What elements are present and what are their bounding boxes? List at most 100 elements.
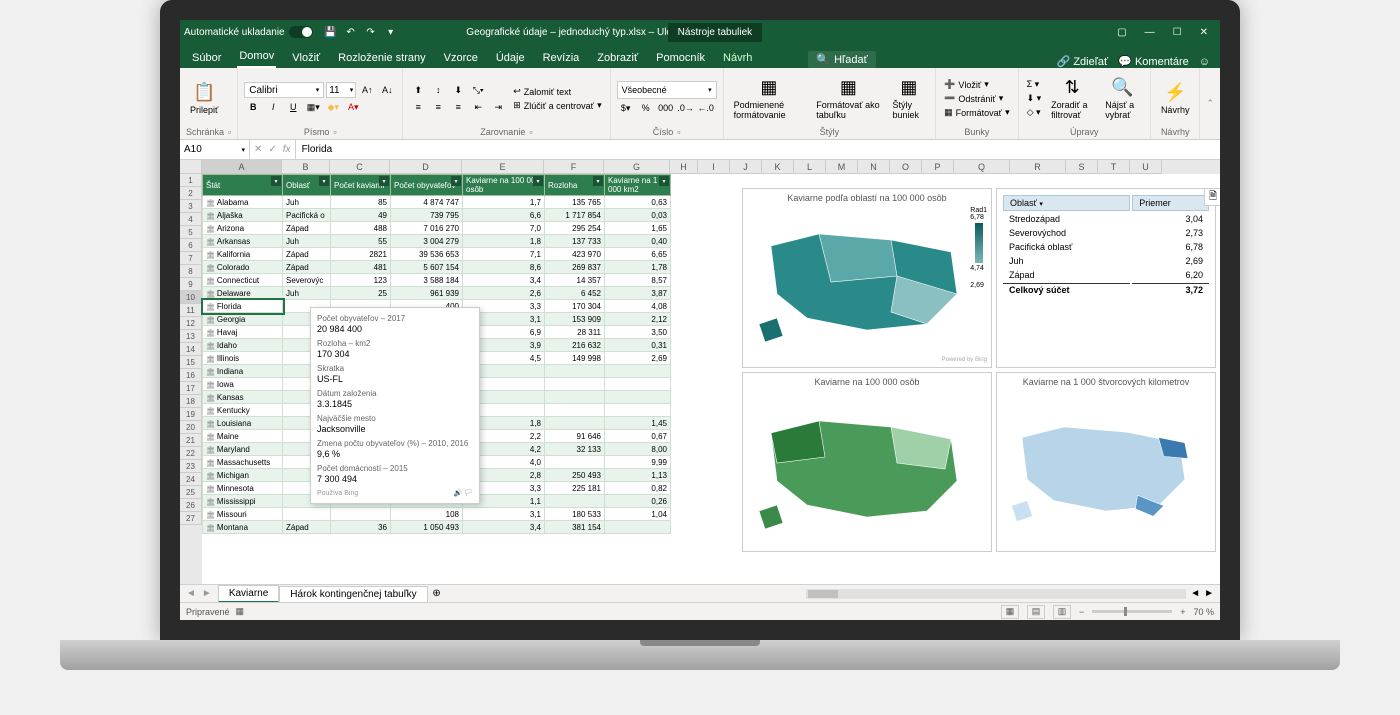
font-size-select[interactable]: 11▾ — [326, 82, 356, 98]
dialog-launcher-icon[interactable]: ▫ — [228, 127, 231, 137]
toggle-switch[interactable] — [289, 26, 313, 38]
table-cell[interactable]: 28 311 — [545, 326, 605, 339]
row-header-4[interactable]: 4 — [180, 213, 202, 226]
table-cell[interactable]: 9,99 — [605, 456, 671, 469]
column-headers[interactable]: ABCDEFGHIJKLMNOPQRSTU — [180, 160, 1220, 174]
col-header-E[interactable]: E — [462, 160, 544, 174]
table-cell[interactable]: 5 607 154 — [391, 261, 463, 274]
search-box[interactable]: 🔍 Hľadať — [808, 51, 875, 68]
table-cell[interactable]: 🏛Illinois — [203, 352, 283, 365]
table-cell[interactable]: 🏛Idaho — [203, 339, 283, 352]
zoom-in-icon[interactable]: + — [1180, 607, 1185, 617]
row-header-17[interactable]: 17 — [180, 382, 202, 395]
table-cell[interactable]: 180 533 — [545, 508, 605, 521]
redo-icon[interactable]: ↷ — [361, 22, 381, 42]
align-center-icon[interactable]: ≡ — [429, 99, 447, 115]
page-layout-view-icon[interactable]: ▤ — [1027, 605, 1045, 619]
bold-button[interactable]: B — [244, 99, 262, 115]
row-header-14[interactable]: 14 — [180, 343, 202, 356]
conditional-formatting-button[interactable]: ▦Podmienené formátovanie — [730, 75, 809, 122]
row-header-2[interactable]: 2 — [180, 187, 202, 200]
sheet-tab-kaviarne[interactable]: Kaviarne — [218, 585, 279, 603]
table-cell[interactable]: 739 795 — [391, 209, 463, 222]
col-header-T[interactable]: T — [1098, 160, 1130, 174]
table-cell[interactable]: 🏛Mississippi — [203, 495, 283, 508]
table-cell[interactable]: 481 — [331, 261, 391, 274]
macro-record-icon[interactable]: ▦ — [236, 606, 245, 617]
row-header-5[interactable]: 5 — [180, 226, 202, 239]
table-cell[interactable]: 1,13 — [605, 469, 671, 482]
indent-decrease-icon[interactable]: ⇤ — [469, 99, 487, 115]
row-header-9[interactable]: 9 — [180, 278, 202, 291]
comma-icon[interactable]: 000 — [657, 100, 675, 116]
formula-input[interactable]: Florida — [296, 140, 1220, 159]
table-cell[interactable]: 🏛Montana — [203, 521, 283, 534]
table-cell[interactable]: 6 452 — [545, 287, 605, 300]
row-header-16[interactable]: 16 — [180, 369, 202, 382]
table-header[interactable]: Štát▾ — [203, 175, 283, 196]
table-cell[interactable]: Pacifická o — [283, 209, 331, 222]
table-cell[interactable]: 0,31 — [605, 339, 671, 352]
add-sheet-icon[interactable]: ⊕ — [428, 588, 446, 599]
table-cell[interactable]: 🏛Kalifornia — [203, 248, 283, 261]
table-cell[interactable]: 6,65 — [605, 248, 671, 261]
row-header-15[interactable]: 15 — [180, 356, 202, 369]
table-cell[interactable]: 25 — [331, 287, 391, 300]
row-header-3[interactable]: 3 — [180, 200, 202, 213]
align-middle-icon[interactable]: ↕ — [429, 82, 447, 98]
currency-icon[interactable]: $▾ — [617, 100, 635, 116]
close-icon[interactable]: ✕ — [1200, 27, 1208, 38]
decrease-decimal-icon[interactable]: ←.0 — [697, 100, 715, 116]
cells-area[interactable]: 🗎 Štát▾Oblasť▾Počet kaviarní▾Počet obyva… — [202, 174, 1220, 584]
ideas-button[interactable]: ⚡Návrhy — [1157, 80, 1194, 117]
table-cell[interactable]: 137 733 — [545, 235, 605, 248]
dialog-launcher-icon[interactable]: ▫ — [677, 127, 680, 137]
table-header[interactable]: Oblasť▾ — [283, 175, 331, 196]
table-cell[interactable]: 1,8 — [463, 235, 545, 248]
dialog-launcher-icon[interactable]: ▫ — [529, 127, 532, 137]
comments-button[interactable]: 💬 Komentáre — [1118, 55, 1189, 68]
undo-icon[interactable]: ↶ — [341, 22, 361, 42]
table-cell[interactable]: 2,6 — [463, 287, 545, 300]
align-left-icon[interactable]: ≡ — [409, 99, 427, 115]
table-cell[interactable]: 295 254 — [545, 222, 605, 235]
table-cell[interactable]: 🏛Minnesota — [203, 482, 283, 495]
percent-icon[interactable]: % — [637, 100, 655, 116]
table-cell[interactable]: 🏛Maryland — [203, 443, 283, 456]
paste-button[interactable]: 📋 Prilepiť — [186, 80, 222, 117]
qat-customize-icon[interactable]: ▾ — [381, 22, 401, 42]
table-cell[interactable]: Severovýc — [283, 274, 331, 287]
table-cell[interactable]: 123 — [331, 274, 391, 287]
table-cell[interactable] — [605, 365, 671, 378]
table-cell[interactable]: 423 970 — [545, 248, 605, 261]
enter-formula-icon[interactable]: ✓ — [268, 144, 276, 155]
table-cell[interactable]: 7 016 270 — [391, 222, 463, 235]
number-format-select[interactable]: Všeobecné▾ — [617, 81, 717, 99]
table-cell[interactable]: 🏛Florida — [203, 300, 283, 313]
table-cell[interactable]: 1,65 — [605, 222, 671, 235]
table-cell[interactable]: 8,6 — [463, 261, 545, 274]
table-cell[interactable]: 153 909 — [545, 313, 605, 326]
table-cell[interactable]: 4,08 — [605, 300, 671, 313]
table-cell[interactable]: 1,04 — [605, 508, 671, 521]
row-header-10[interactable]: 10 — [180, 291, 202, 304]
normal-view-icon[interactable]: ▦ — [1001, 605, 1019, 619]
table-cell[interactable]: 1 050 493 — [391, 521, 463, 534]
horizontal-scrollbar[interactable] — [806, 589, 1186, 599]
tab-formulas[interactable]: Vzorce — [442, 48, 480, 68]
table-cell[interactable]: 8,00 — [605, 443, 671, 456]
delete-cells-button[interactable]: ➖ Odstrániť ▾ — [942, 92, 1011, 105]
table-cell[interactable]: 0,26 — [605, 495, 671, 508]
table-cell[interactable]: 149 998 — [545, 352, 605, 365]
map-chart-100k[interactable]: Kaviarne na 100 000 osôb — [742, 372, 992, 552]
merge-center-button[interactable]: ⊞ Zlúčiť a centrovať ▾ — [511, 99, 603, 112]
table-cell[interactable]: Západ — [283, 222, 331, 235]
table-cell[interactable]: 🏛Connecticut — [203, 274, 283, 287]
table-cell[interactable] — [545, 391, 605, 404]
table-cell[interactable]: 🏛Colorado — [203, 261, 283, 274]
row-header-21[interactable]: 21 — [180, 434, 202, 447]
table-cell[interactable]: 85 — [331, 196, 391, 209]
table-header[interactable]: Kaviarne na 1 000 km2▾ — [605, 175, 671, 196]
table-cell[interactable]: 961 939 — [391, 287, 463, 300]
italic-button[interactable]: I — [264, 99, 282, 115]
